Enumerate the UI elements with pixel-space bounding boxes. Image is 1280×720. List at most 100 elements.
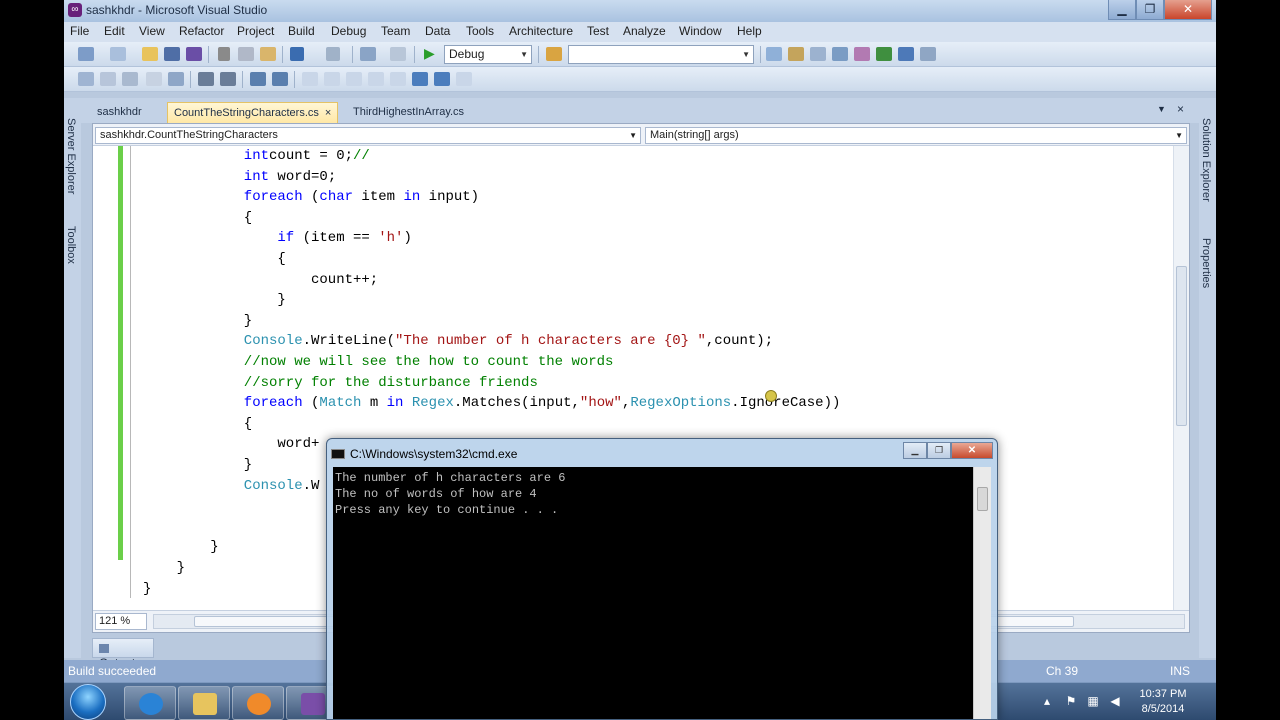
media-player-icon[interactable]	[232, 686, 284, 720]
code-line[interactable]: }	[143, 579, 151, 599]
clear-bookmarks-icon[interactable]	[456, 72, 472, 86]
decrease-indent-icon[interactable]	[198, 72, 214, 86]
code-line[interactable]: int word=0;	[244, 167, 336, 187]
code-line[interactable]: foreach (char item in input)	[244, 187, 479, 207]
paste-icon[interactable]	[260, 47, 276, 61]
minimize-button[interactable]: ▁	[1108, 0, 1136, 20]
previous-bookmark-icon[interactable]	[324, 72, 340, 86]
find-in-files-icon[interactable]	[546, 47, 562, 61]
save-icon[interactable]	[164, 47, 180, 61]
tab-sashkhdr[interactable]: sashkhdr	[91, 102, 148, 123]
properties-tab[interactable]: Properties	[1200, 238, 1212, 288]
object-browser-icon[interactable]	[810, 47, 826, 61]
menu-architecture[interactable]: Architecture	[509, 24, 573, 38]
cmd-console-output[interactable]: The number of h characters are 6 The no …	[333, 467, 973, 719]
properties-icon[interactable]	[788, 47, 804, 61]
code-line[interactable]: //sorry for the disturbance friends	[244, 373, 538, 393]
show-hidden-icons-icon[interactable]: ▴	[1040, 694, 1054, 708]
close-button[interactable]: ✕	[1164, 0, 1212, 20]
menu-file[interactable]: File	[70, 24, 89, 38]
cmd-vertical-scrollbar[interactable]	[973, 467, 991, 719]
menu-project[interactable]: Project	[237, 24, 274, 38]
start-debugging-icon[interactable]: ▶	[424, 45, 435, 62]
member-combo[interactable]: Main(string[] args) ▼	[645, 127, 1187, 144]
next-bookmark-icon[interactable]	[346, 72, 362, 86]
previous-bookmark-folder-icon[interactable]	[368, 72, 384, 86]
server-explorer-tab[interactable]: Server Explorer	[65, 118, 77, 194]
other-windows-icon[interactable]	[920, 47, 936, 61]
find-combo[interactable]: ▼	[568, 45, 754, 64]
next-bookmark-folder-icon[interactable]	[390, 72, 406, 86]
code-line[interactable]: Console.W	[244, 476, 320, 496]
code-line[interactable]: word+	[277, 434, 319, 454]
scroll-thumb[interactable]	[1176, 266, 1187, 426]
close-document-icon[interactable]: ×	[1177, 102, 1184, 116]
internet-explorer-icon[interactable]	[124, 686, 176, 720]
toggle-bookmark-icon[interactable]	[302, 72, 318, 86]
code-line[interactable]: {	[244, 414, 252, 434]
scroll-thumb[interactable]	[977, 487, 988, 511]
extension-manager-icon[interactable]	[876, 47, 892, 61]
clock[interactable]: 10:37 PM 8/5/2014	[1130, 687, 1196, 717]
maximize-button[interactable]: ❐	[1136, 0, 1164, 20]
toolbox-icon[interactable]	[832, 47, 848, 61]
action-center-flag-icon[interactable]: ⚑	[1064, 694, 1078, 708]
code-line[interactable]: }	[277, 290, 285, 310]
code-line[interactable]: }	[244, 455, 252, 475]
menu-data[interactable]: Data	[425, 24, 450, 38]
file-explorer-icon[interactable]	[178, 686, 230, 720]
navigate-backward-icon[interactable]	[360, 47, 376, 61]
cmd-window[interactable]: C:\Windows\system32\cmd.exe ▁ ❐ ✕ The nu…	[326, 438, 998, 720]
configuration-combo[interactable]: Debug ▼	[444, 45, 532, 64]
word-completion-icon[interactable]	[122, 72, 138, 86]
menu-build[interactable]: Build	[288, 24, 315, 38]
menu-analyze[interactable]: Analyze	[623, 24, 666, 38]
menu-test[interactable]: Test	[587, 24, 609, 38]
code-line[interactable]: if (item == 'h')	[277, 228, 411, 248]
vertical-scrollbar[interactable]	[1173, 146, 1189, 610]
parameter-info-icon[interactable]	[100, 72, 116, 86]
start-page-icon[interactable]	[898, 47, 914, 61]
add-item-icon[interactable]	[110, 47, 126, 61]
next-bookmark-document-icon[interactable]	[434, 72, 450, 86]
menu-window[interactable]: Window	[679, 24, 722, 38]
member-list-icon[interactable]	[146, 72, 162, 86]
zoom-combo[interactable]: 121 %	[95, 613, 147, 630]
cmd-maximize-button[interactable]: ❐	[927, 442, 951, 459]
new-project-icon[interactable]	[78, 47, 94, 61]
menu-tools[interactable]: Tools	[466, 24, 494, 38]
code-line[interactable]: count++;	[311, 270, 378, 290]
start-button[interactable]	[70, 684, 106, 720]
menu-help[interactable]: Help	[737, 24, 762, 38]
menu-team[interactable]: Team	[381, 24, 410, 38]
code-line[interactable]: Console.WriteLine("The number of h chara…	[244, 331, 773, 351]
volume-icon[interactable]: ◀	[1108, 694, 1122, 708]
previous-bookmark-document-icon[interactable]	[412, 72, 428, 86]
solution-explorer-icon[interactable]	[766, 47, 782, 61]
list-members-icon[interactable]	[168, 72, 184, 86]
code-line[interactable]: }	[177, 558, 185, 578]
code-line[interactable]: intcount = 0;//	[244, 146, 370, 166]
toolbox-tab[interactable]: Toolbox	[65, 226, 77, 264]
code-line[interactable]: }	[244, 311, 252, 331]
menu-debug[interactable]: Debug	[331, 24, 366, 38]
code-line[interactable]: {	[277, 249, 285, 269]
tab-count-the-string-characters[interactable]: CountTheStringCharacters.cs ×	[167, 102, 339, 123]
output-tab[interactable]: Output	[92, 638, 154, 670]
copy-icon[interactable]	[238, 47, 254, 61]
team-explorer-icon[interactable]	[854, 47, 870, 61]
code-line[interactable]: }	[210, 537, 218, 557]
navigate-forward-icon[interactable]	[390, 47, 406, 61]
tab-third-highest-in-array[interactable]: ThirdHighestInArray.cs	[347, 102, 470, 123]
menu-refactor[interactable]: Refactor	[179, 24, 224, 38]
network-icon[interactable]: ▦	[1086, 694, 1100, 708]
comment-lines-icon[interactable]	[250, 72, 266, 86]
save-all-icon[interactable]	[186, 47, 202, 61]
tab-list-dropdown-icon[interactable]: ▼	[1157, 104, 1166, 114]
close-icon[interactable]: ×	[325, 107, 331, 119]
redo-icon[interactable]	[326, 47, 340, 61]
cmd-minimize-button[interactable]: ▁	[903, 442, 927, 459]
code-line[interactable]: //now we will see the how to count the w…	[244, 352, 614, 372]
open-file-icon[interactable]	[142, 47, 158, 61]
increase-indent-icon[interactable]	[220, 72, 236, 86]
